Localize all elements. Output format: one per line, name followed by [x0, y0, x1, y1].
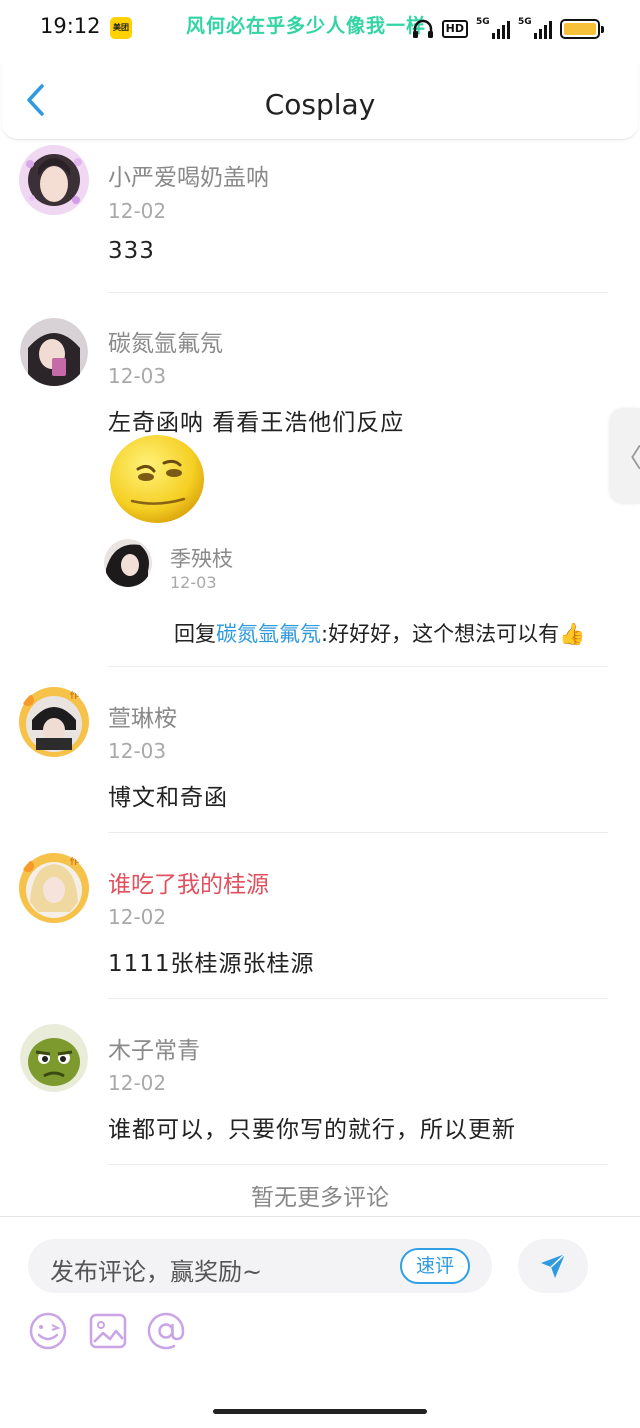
- comment-user-name[interactable]: 小严爱喝奶盖呐: [108, 158, 269, 192]
- status-marquee-text: 风何必在乎多少人像我一样: [186, 15, 427, 37]
- comment-user-name[interactable]: 木子常青: [108, 1031, 200, 1065]
- emoji-icon[interactable]: [28, 1311, 68, 1351]
- image-icon[interactable]: [88, 1311, 128, 1351]
- comment-date: 12-02: [108, 905, 167, 929]
- author-badge: 作者: [70, 855, 88, 867]
- comment-date: 12-02: [108, 1071, 167, 1095]
- author-badge: 作者: [70, 689, 88, 701]
- emoji-sticker-image[interactable]: [108, 433, 206, 525]
- comment-date: 12-03: [108, 739, 167, 763]
- comment-text: 左奇函呐 看看王浩他们反应: [108, 410, 405, 436]
- comment-text: 1111张桂源张桂源: [108, 951, 315, 977]
- status-time: 19:12: [40, 14, 101, 38]
- collapse-icon: 〈: [616, 444, 640, 474]
- reply-date: 12-03: [170, 573, 217, 592]
- signal-icon: 5G: [518, 17, 552, 39]
- avatar[interactable]: 作者: [18, 852, 90, 924]
- divider: [108, 1164, 608, 1165]
- comment-user-name[interactable]: 萱琳桉: [108, 699, 177, 733]
- page-title: Cosplay: [264, 88, 376, 121]
- divider: [108, 292, 608, 293]
- comment-text: 谁都可以，只要你写的就行，所以更新: [108, 1117, 516, 1143]
- send-button[interactable]: [518, 1239, 588, 1293]
- reply-text: 回复碳氮氩氟氖:好好好，这个想法可以有👍: [174, 618, 585, 648]
- hd-voice-icon: HD: [441, 20, 468, 38]
- avatar[interactable]: [18, 144, 90, 216]
- reply-avatar[interactable]: [104, 539, 152, 587]
- signal-icon: 5G: [476, 17, 510, 39]
- comment-input-placeholder: 发布评论，赢奖励~: [50, 1258, 263, 1286]
- battery-icon: [560, 19, 604, 39]
- at-icon[interactable]: [146, 1311, 186, 1351]
- comments-screen: 19:12 美团 风何必在乎多少人像我一样 HD 5G 5G Cosplay 小…: [0, 0, 640, 1428]
- avatar[interactable]: 作者: [18, 686, 90, 758]
- status-bar: 19:12 美团 风何必在乎多少人像我一样 HD 5G 5G: [0, 0, 640, 58]
- reply-prefix: 回复: [174, 622, 216, 646]
- no-more-comments-label: 暂无更多评论: [251, 1185, 389, 1211]
- comment-composer: 发布评论，赢奖励~ 速评: [0, 1216, 640, 1428]
- reply-user-name[interactable]: 季殃枝: [170, 543, 233, 573]
- reply-target-link[interactable]: 碳氮氩氟氖: [216, 622, 321, 646]
- divider: [108, 998, 608, 999]
- send-icon: [541, 1253, 566, 1278]
- divider: [108, 832, 608, 833]
- comment-user-name[interactable]: 谁吃了我的桂源: [108, 865, 269, 899]
- divider: [108, 666, 608, 667]
- status-icons: HD 5G 5G: [412, 16, 604, 42]
- comment-user-name[interactable]: 碳氮氩氟氖: [108, 324, 223, 358]
- avatar[interactable]: [20, 1024, 88, 1092]
- avatar[interactable]: [20, 318, 88, 386]
- meituan-app-icon: 美团: [110, 17, 132, 39]
- comment-text: 博文和奇函: [108, 785, 228, 811]
- reply-body: :好好好，这个想法可以有👍: [321, 622, 586, 646]
- comment-date: 12-02: [108, 199, 167, 223]
- home-indicator[interactable]: [213, 1409, 427, 1414]
- quick-review-button[interactable]: 速评: [400, 1248, 470, 1284]
- top-nav-bar: Cosplay: [2, 60, 638, 140]
- headphone-icon: [412, 19, 433, 38]
- side-drawer-handle[interactable]: 〈: [610, 408, 640, 504]
- comment-text: 333: [108, 238, 155, 264]
- comment-date: 12-03: [108, 364, 167, 388]
- comment-input[interactable]: 发布评论，赢奖励~ 速评: [28, 1239, 492, 1293]
